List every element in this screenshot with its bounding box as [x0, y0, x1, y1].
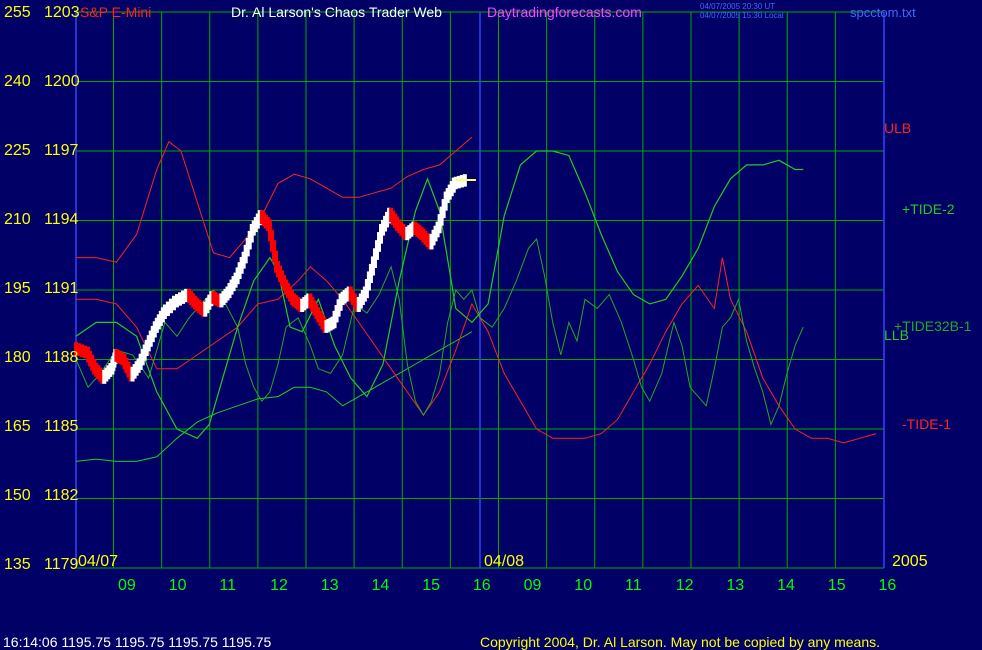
hour-label-15: 16: [879, 577, 897, 594]
hour-label-5: 14: [372, 577, 390, 594]
chart: 255 240 225 210 195 180 165 150 135 1203…: [3, 2, 972, 650]
hour-label-11: 12: [676, 577, 694, 594]
axis-outer-5: 180: [4, 349, 31, 366]
hour-label-13: 14: [777, 577, 795, 594]
axis-outer-7: 150: [4, 487, 31, 504]
file-name: spcctom.txt: [850, 5, 916, 20]
axis-outer-6: 165: [4, 418, 31, 435]
instrument-label: S&P E-Mini: [80, 4, 151, 20]
series-label-tide1: -TIDE-1: [902, 416, 951, 432]
chart-grid: [75, 11, 885, 569]
axis-outer-3: 210: [4, 211, 31, 228]
axis-outer-8: 135: [4, 556, 31, 573]
axis-inner-5: 1188: [44, 349, 79, 366]
chart-title: Dr. Al Larson's Chaos Trader Web: [231, 4, 442, 20]
axis-outer-1: 240: [4, 73, 31, 90]
series-label-tide2: +TIDE-2: [902, 201, 955, 217]
hour-label-12: 13: [726, 577, 744, 594]
hour-labels: 09 10 11 12 13 14 15 16 09 10 11 12 13 14 15 16: [118, 577, 896, 594]
hour-label-8: 09: [524, 577, 542, 594]
time-local: 04/07/2005 15:30 Local: [700, 11, 784, 20]
year-label: 2005: [892, 553, 928, 570]
date-label-next: 04/08: [484, 553, 524, 570]
axis-inner-6: 1185: [44, 418, 79, 435]
hour-label-7: 16: [473, 577, 491, 594]
hour-label-3: 12: [270, 577, 288, 594]
tide1-line: [76, 257, 877, 444]
hour-label-14: 15: [828, 577, 846, 594]
llb-line: [75, 331, 473, 462]
axis-inner-2: 1197: [44, 142, 79, 159]
quote-readout: 16:14:06 1195.75 1195.75 1195.75 1195.75: [3, 634, 272, 650]
date-label-start: 04/07: [78, 553, 118, 570]
site-link[interactable]: Daytradingforecasts.com: [487, 4, 642, 20]
axis-outer-0: 255: [4, 4, 31, 21]
hour-label-2: 11: [219, 577, 236, 594]
time-ut: 04/07/2005 20:30 UT: [700, 2, 775, 11]
chart-labels: 255 240 225 210 195 180 165 150 135 1203…: [3, 2, 972, 650]
hour-label-6: 15: [422, 577, 440, 594]
hour-label-9: 10: [574, 577, 592, 594]
axis-inner-8: 1179: [44, 556, 79, 573]
price-bars: [74, 174, 476, 384]
hour-label-4: 13: [321, 577, 339, 594]
axis-inner-3: 1194: [44, 211, 79, 228]
hour-label-1: 10: [169, 577, 187, 594]
tide32-line: [75, 237, 804, 426]
axis-outer-4: 195: [4, 280, 31, 297]
axis-inner-1: 1200: [44, 73, 80, 90]
axis-inner-7: 1182: [44, 487, 79, 504]
axis-inner-4: 1191: [44, 280, 79, 297]
hour-label-0: 09: [118, 577, 136, 594]
hour-label-10: 11: [625, 577, 642, 594]
series-label-ulb: ULB: [884, 120, 911, 136]
axis-inner-0: 1203: [44, 4, 80, 21]
copyright: Copyright 2004, Dr. Al Larson. May not b…: [480, 634, 880, 650]
axis-outer-2: 225: [4, 142, 31, 159]
series-label-llb: LLB: [884, 327, 909, 343]
